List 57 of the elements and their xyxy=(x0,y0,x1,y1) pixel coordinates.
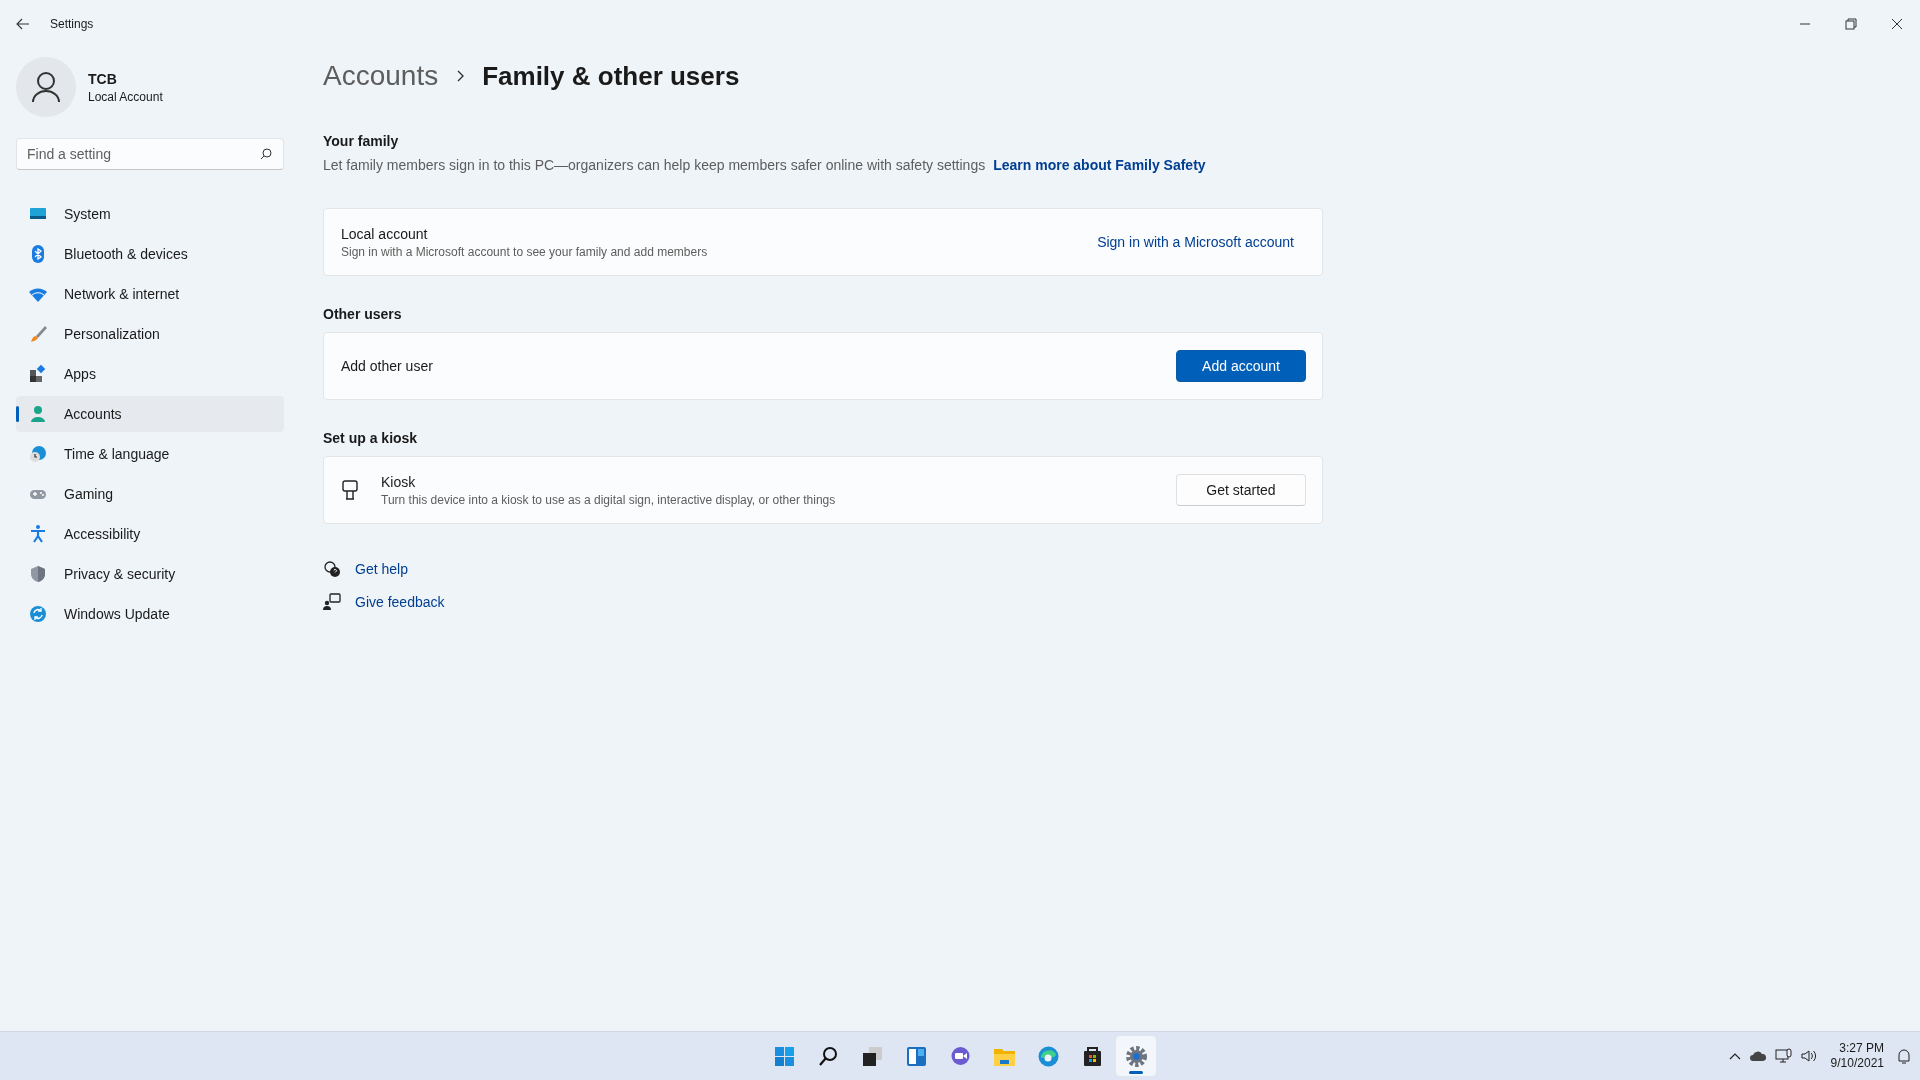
section-heading: Other users xyxy=(323,306,403,322)
nav-item[interactable]: Bluetooth & devices xyxy=(16,236,284,272)
cloud-icon[interactable] xyxy=(1748,1050,1767,1062)
family-safety-link[interactable]: Learn more about Family Safety xyxy=(993,157,1206,173)
user-name: TCB xyxy=(88,70,118,87)
notification-icon[interactable] xyxy=(1896,1048,1912,1064)
network-icon[interactable] xyxy=(1774,1048,1793,1064)
page-title: Family & other users xyxy=(482,60,740,92)
globe-clock-icon xyxy=(28,444,48,464)
running-indicator xyxy=(1129,1071,1143,1074)
nav-item[interactable]: Gaming xyxy=(16,476,284,512)
chevron-up-icon[interactable] xyxy=(1728,1052,1741,1060)
nav-item[interactable]: Time & language xyxy=(16,436,284,472)
card-subtitle: Sign in with a Microsoft account to see your family and add members xyxy=(341,244,709,259)
search-field[interactable]: Find a setting xyxy=(16,138,284,170)
card-title: Kiosk xyxy=(381,473,417,490)
help-link[interactable]: Give feedback xyxy=(355,594,445,610)
get-started-button[interactable]: Get started xyxy=(1176,474,1306,506)
nav-item[interactable]: Windows Update xyxy=(16,596,284,632)
accessibility-icon xyxy=(28,524,48,544)
nav-item[interactable]: Privacy & security xyxy=(16,556,284,592)
selection-indicator xyxy=(16,406,19,422)
card-title: Local account xyxy=(341,225,429,242)
clock-date: 9/10/2021 xyxy=(1830,1056,1884,1071)
clock-time: 3:27 PM xyxy=(1838,1041,1884,1056)
card-subtitle: Turn this device into a kiosk to use as a digital sign, interactive display, or other things xyxy=(381,492,837,507)
help-link[interactable]: Get help xyxy=(355,561,408,577)
back-arrow-icon[interactable] xyxy=(16,18,30,30)
feedback-icon xyxy=(323,593,341,611)
section-heading: Your family xyxy=(323,133,400,149)
window-title: Settings xyxy=(50,17,94,31)
nav-item[interactable]: Personalization xyxy=(16,316,284,352)
person-icon xyxy=(31,71,61,103)
person-icon xyxy=(28,404,48,424)
volume-icon[interactable] xyxy=(1800,1049,1819,1063)
nav-item[interactable]: Accessibility xyxy=(16,516,284,552)
apps-icon xyxy=(28,364,48,384)
section-description: Let family members sign in to this PC—organizers can help keep members safer online with safety settings xyxy=(323,157,986,173)
nav-item[interactable]: Apps xyxy=(16,356,284,392)
clock[interactable]: 3:27 PM 9/10/2021 xyxy=(1830,1041,1884,1071)
shield-icon xyxy=(28,564,48,584)
card-title: Add other user xyxy=(341,358,434,374)
gear-icon xyxy=(1123,1043,1149,1069)
breadcrumb-parent[interactable]: Accounts xyxy=(323,60,439,92)
paintbrush-icon xyxy=(28,324,48,344)
kiosk-icon xyxy=(341,480,359,500)
nav-item[interactable]: Network & internet xyxy=(16,276,284,312)
sign-in-link[interactable]: Sign in with a Microsoft account xyxy=(1085,228,1306,256)
update-icon xyxy=(28,604,48,624)
search-icon xyxy=(260,148,272,160)
nav-item[interactable]: Accounts xyxy=(16,396,284,432)
add-account-button[interactable]: Add account xyxy=(1176,350,1306,382)
section-heading: Set up a kiosk xyxy=(323,430,419,446)
account-type: Local Account xyxy=(88,89,163,104)
nav-item[interactable]: System xyxy=(16,196,284,232)
chevron-icon xyxy=(456,70,465,82)
help-icon xyxy=(323,560,341,578)
